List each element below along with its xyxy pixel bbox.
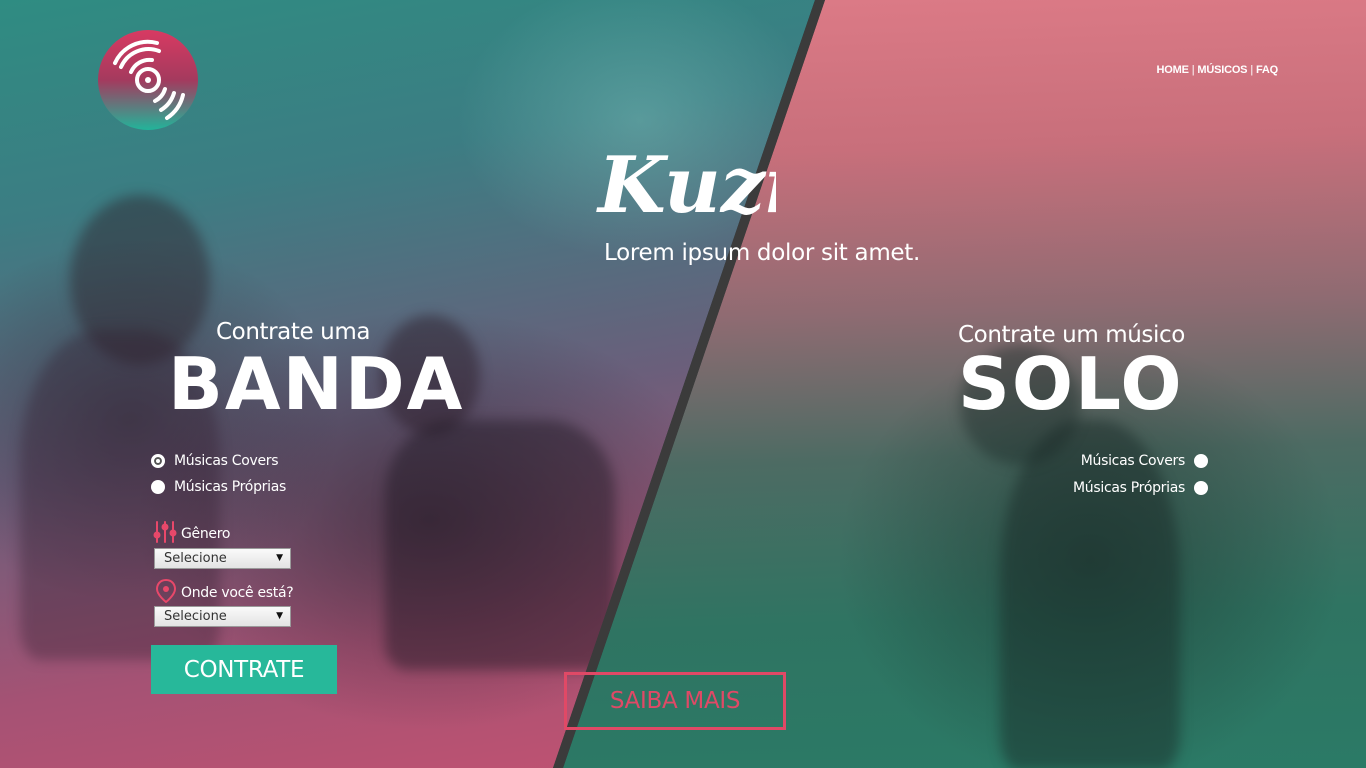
solo-title: SOLO xyxy=(958,342,1184,426)
genero-label-row: Gênero xyxy=(153,520,230,548)
banda-option-proprias-label: Músicas Próprias xyxy=(174,479,286,495)
vinyl-disc-logo-icon[interactable] xyxy=(97,29,199,131)
genero-label: Gênero xyxy=(181,526,231,542)
nav-faq-link[interactable]: FAQ xyxy=(1256,64,1278,76)
banda-option-proprias[interactable]: Músicas Próprias xyxy=(151,479,286,495)
drummer-silhouette xyxy=(385,420,615,670)
tagline-text: Lorem ipsum dolor sit amet. xyxy=(603,240,921,266)
local-label-row: Onde você está? xyxy=(155,578,294,607)
guitarist-silhouette xyxy=(1000,420,1180,768)
nav-home-link[interactable]: HOME xyxy=(1157,64,1189,76)
saiba-mais-button[interactable]: SAIBA MAIS xyxy=(564,672,786,730)
brand-name: Kuziq xyxy=(596,140,776,231)
brand-logo: Kuziq xyxy=(596,130,849,242)
radio-checked-icon[interactable] xyxy=(151,454,165,468)
local-select[interactable]: Selecione ▼ xyxy=(154,606,291,627)
radio-unchecked-icon[interactable] xyxy=(1194,454,1208,468)
local-select-value: Selecione xyxy=(164,609,227,624)
solo-option-proprias[interactable]: Músicas Próprias xyxy=(1073,480,1208,496)
banda-option-covers[interactable]: Músicas Covers xyxy=(151,453,279,469)
radio-unchecked-icon[interactable] xyxy=(1194,481,1208,495)
location-pin-icon xyxy=(155,578,177,607)
contrate-button[interactable]: CONTRATE xyxy=(151,645,337,694)
genero-select-value: Selecione xyxy=(164,551,227,566)
top-nav: HOME | MÚSICOS | FAQ xyxy=(1157,64,1279,76)
solo-option-covers-label: Músicas Covers xyxy=(1080,453,1186,469)
caret-down-icon: ▼ xyxy=(276,611,283,621)
caret-down-icon: ▼ xyxy=(276,553,283,563)
radio-unchecked-icon[interactable] xyxy=(151,480,165,494)
banda-option-covers-label: Músicas Covers xyxy=(174,453,279,469)
nav-separator: | xyxy=(1250,64,1253,76)
tagline: Lorem ipsum dolor sit amet. xyxy=(0,240,1366,266)
nav-separator: | xyxy=(1191,64,1195,76)
solo-option-covers[interactable]: Músicas Covers xyxy=(1081,453,1208,469)
local-label: Onde você está? xyxy=(181,585,294,601)
equalizer-icon xyxy=(153,520,177,548)
nav-musicos-link[interactable]: MÚSICOS xyxy=(1197,64,1247,76)
genero-select[interactable]: Selecione ▼ xyxy=(154,548,291,569)
banda-title: BANDA xyxy=(168,342,465,426)
solo-option-proprias-label: Músicas Próprias xyxy=(1073,480,1185,496)
